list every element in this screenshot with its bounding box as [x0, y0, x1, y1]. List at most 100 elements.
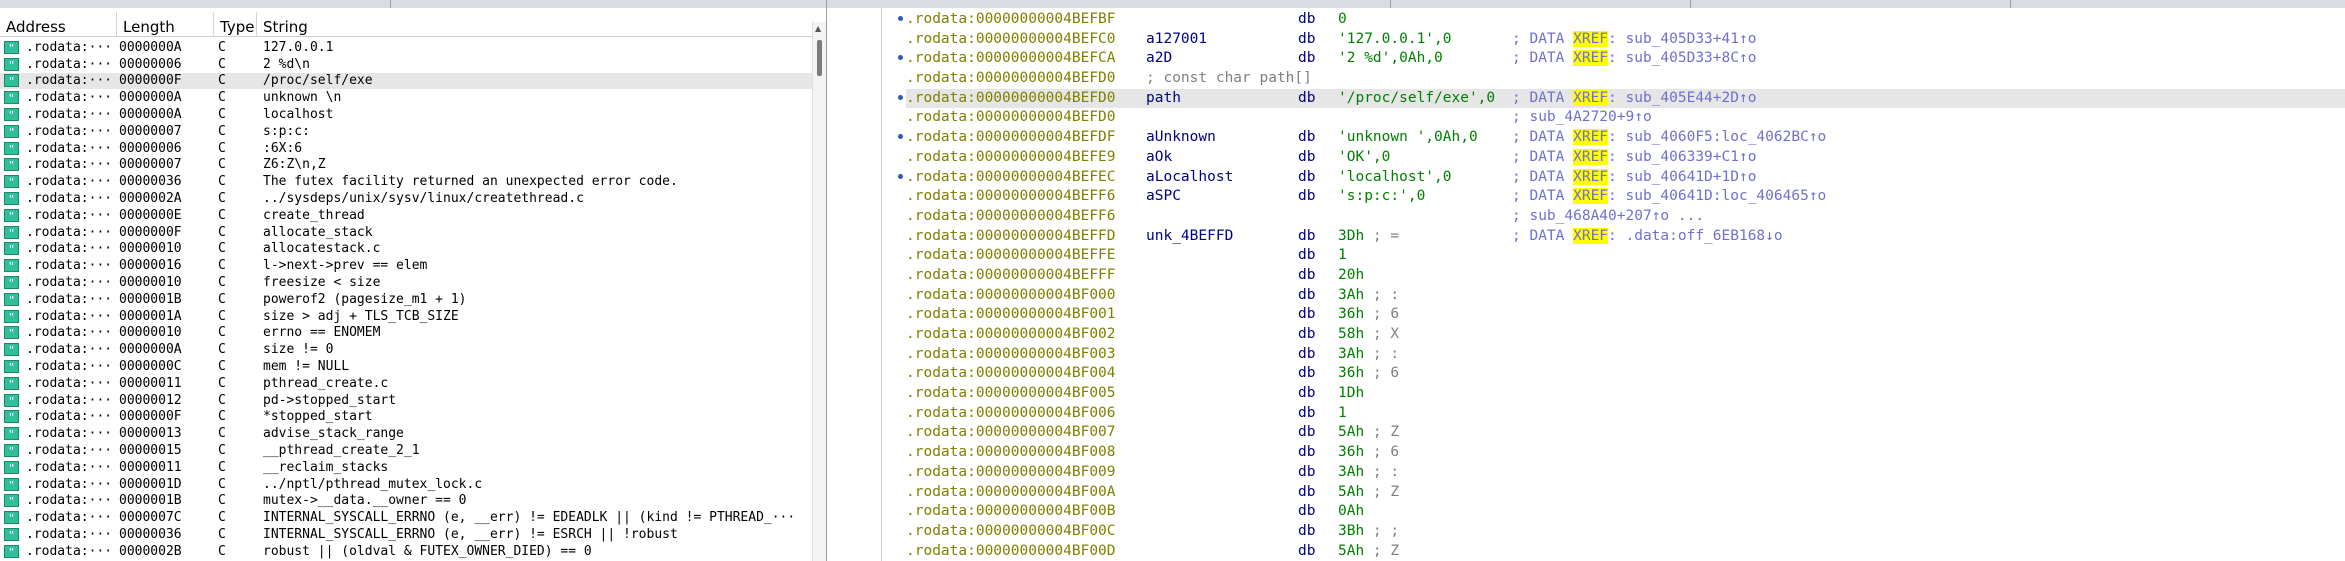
xref-comment[interactable]: ; DATA XREF: sub_40641D:loc_406465↑o: [1512, 187, 1826, 207]
listing-line[interactable]: .rodata:00000000004BEFBF db 0: [906, 10, 2345, 30]
table-row[interactable]: " .rodata:··· 0000000C Cmem != NULL: [0, 358, 812, 375]
table-row[interactable]: " .rodata:··· 0000000F C/proc/self/exe: [0, 72, 812, 90]
listing-line[interactable]: .rodata:00000000004BF004 db 36h ; 6: [906, 364, 2345, 384]
column-header-address[interactable]: Address: [0, 12, 117, 36]
table-row[interactable]: " .rodata:··· 0000001B Cpowerof2 (pagesize_…: [0, 291, 812, 308]
table-row[interactable]: " .rodata:··· 00000013 Cadvise_stack_range: [0, 425, 812, 442]
column-header-type[interactable]: Type: [214, 12, 257, 36]
listing-line[interactable]: .rodata:00000000004BEFDF aUnknown db 'unkno…: [906, 128, 2345, 148]
cell-string: powerof2 (pagesize_m1 + 1): [263, 291, 467, 307]
listing-line[interactable]: .rodata:00000000004BF00A db 5Ah ; Z: [906, 483, 2345, 503]
table-row[interactable]: " .rodata:··· 00000007 Cs:p:c:: [0, 123, 812, 140]
xref-comment[interactable]: ; DATA XREF: sub_405D33+8C↑o: [1512, 49, 1756, 69]
table-row[interactable]: " .rodata:··· 0000000E Ccreate_thread: [0, 207, 812, 224]
xref-comment[interactable]: ; DATA XREF: sub_406339+C1↑o: [1512, 148, 1756, 168]
listing-line[interactable]: .rodata:00000000004BEFC0 a127001 db '127.0.…: [906, 30, 2345, 50]
xref-comment[interactable]: ; DATA XREF: .data:off_6EB168↓o: [1512, 227, 1783, 247]
table-row[interactable]: " .rodata:··· 00000016 Cl->next->prev == el…: [0, 257, 812, 274]
listing-line[interactable]: .rodata:00000000004BEFFE db 1: [906, 246, 2345, 266]
cell-type: C: [218, 275, 226, 291]
listing-line[interactable]: .rodata:00000000004BF007 db 5Ah ; Z: [906, 423, 2345, 443]
scrollbar-thumb[interactable]: [817, 40, 822, 76]
table-row[interactable]: " .rodata:··· 0000001A Csize > adj + TLS_TC…: [0, 308, 812, 325]
table-row[interactable]: " .rodata:··· 00000010 Callocatestack.c: [0, 241, 812, 258]
table-row[interactable]: " .rodata:··· 00000036 C INTERNAL_SYSCALL_ER…: [0, 526, 812, 543]
table-row[interactable]: " .rodata:··· 00000006 C :6X:6: [0, 140, 812, 157]
table-row[interactable]: " .rodata:··· 0000000A C 127.0.0.1: [0, 39, 812, 56]
tab-ida-view[interactable]: [1120, 0, 1391, 8]
table-row[interactable]: " .rodata:··· 0000002B Crobust || (oldval &…: [0, 543, 812, 560]
listing-line[interactable]: .rodata:00000000004BF000 db 3Ah ; :: [906, 286, 2345, 306]
table-row[interactable]: " .rodata:··· 00000036 C The futex facility …: [0, 173, 812, 190]
line-address: .rodata:00000000004BF007: [906, 424, 1116, 441]
cell-address: .rodata:···: [26, 224, 113, 240]
listing-line[interactable]: .rodata:00000000004BF001 db 36h ; 6: [906, 305, 2345, 325]
xref-comment[interactable]: ; DATA XREF: sub_40641D+1D↑o: [1512, 168, 1756, 188]
cell-length: 0000001A: [119, 308, 182, 324]
table-row[interactable]: " .rodata:··· 00000007 C Z6:Z\n,Z: [0, 157, 812, 174]
table-row[interactable]: " .rodata:··· 0000000F C *stopped_start: [0, 409, 812, 426]
listing-line[interactable]: .rodata:00000000004BEFF6 ; sub_468A40+207…: [906, 207, 2345, 227]
cell-address: .rodata:···: [26, 157, 113, 173]
table-row[interactable]: " .rodata:··· 00000011 Cpthread_create.c: [0, 375, 812, 392]
listing-line[interactable]: .rodata:00000000004BF009 db 3Ah ; :: [906, 463, 2345, 483]
listing-line[interactable]: .rodata:00000000004BF003 db 3Ah ; :: [906, 345, 2345, 365]
column-header-length[interactable]: Length: [117, 12, 214, 36]
table-row[interactable]: " .rodata:··· 0000001D C ../nptl/pthread_mut…: [0, 476, 812, 493]
table-row[interactable]: " .rodata:··· 0000002A C ../sysdeps/unix/sys…: [0, 190, 812, 207]
listing-line[interactable]: .rodata:00000000004BEFD0 path db '/proc/sel…: [906, 88, 2345, 109]
xref-comment[interactable]: ; DATA XREF: sub_405D33+41↑o: [1512, 30, 1756, 50]
table-row[interactable]: " .rodata:··· 00000015 C __pthread_create_2_…: [0, 442, 812, 459]
table-row[interactable]: " .rodata:··· 0000000A Clocalhost: [0, 106, 812, 123]
line-label: path: [1146, 89, 1181, 106]
listing-line[interactable]: .rodata:00000000004BEFE9 aOk db 'OK',0 ; DAT…: [906, 148, 2345, 168]
cell-type: C: [218, 291, 226, 307]
listing-line[interactable]: .rodata:00000000004BF006 db 1: [906, 404, 2345, 424]
listing-line[interactable]: .rodata:00000000004BF00B db 0Ah: [906, 502, 2345, 522]
table-row[interactable]: " .rodata:··· 00000006 C 2 %d\n: [0, 56, 812, 73]
tab-strings[interactable]: [390, 0, 827, 8]
line-mnemonic: db: [1298, 522, 1316, 539]
scroll-up-icon[interactable]: ▲: [815, 24, 821, 33]
cell-type: C: [218, 543, 226, 559]
xref-continuation-comment[interactable]: ; sub_4A2720+9↑o: [1512, 108, 1652, 128]
table-row[interactable]: " .rodata:··· 00000011 C __reclaim_stacks: [0, 459, 812, 476]
cell-address: .rodata:···: [26, 174, 113, 190]
listing-line[interactable]: .rodata:00000000004BEFFF db 20h: [906, 266, 2345, 286]
listing-line[interactable]: .rodata:00000000004BF005 db 1Dh: [906, 384, 2345, 404]
table-row[interactable]: " .rodata:··· 0000000A Csize != 0: [0, 341, 812, 358]
table-row[interactable]: " .rodata:··· 0000000A Cunknown \n: [0, 89, 812, 106]
tab-imports[interactable]: [2010, 0, 2345, 8]
xref-continuation-comment[interactable]: ; sub_468A40+207↑o ...: [1512, 207, 1704, 227]
xref-comment[interactable]: ; DATA XREF: sub_4060F5:loc_4062BC↑o: [1512, 128, 1826, 148]
listing-line[interactable]: .rodata:00000000004BF002 db 58h ; X: [906, 325, 2345, 345]
table-row[interactable]: " .rodata:··· 00000010 Cerrno == ENOMEM: [0, 325, 812, 342]
cell-address: .rodata:···: [26, 258, 113, 274]
table-row[interactable]: " .rodata:··· 0000000F Callocate_stack: [0, 224, 812, 241]
listing-line[interactable]: .rodata:00000000004BEFCA a2D db '2 %d',0Ah,…: [906, 49, 2345, 69]
listing-line[interactable]: .rodata:00000000004BF00D db 5Ah ; Z: [906, 542, 2345, 561]
table-row[interactable]: " .rodata:··· 0000001B Cmutex->__data.__own…: [0, 493, 812, 510]
cell-type: C: [218, 107, 226, 123]
tab-local-types[interactable]: [1690, 0, 2011, 8]
table-row[interactable]: " .rodata:··· 0000007C C INTERNAL_SYSCALL_ER…: [0, 509, 812, 526]
listing-line[interactable]: .rodata:00000000004BF00C db 3Bh ; ;: [906, 522, 2345, 542]
line-mnemonic: db: [1298, 542, 1316, 559]
column-header-string[interactable]: String: [257, 12, 812, 36]
table-row[interactable]: " .rodata:··· 00000010 Cfreesize < size: [0, 274, 812, 291]
strings-window: Address Length Type String " .rodata:··· 0…: [0, 8, 827, 561]
listing-line[interactable]: .rodata:00000000004BEFF6 aSPC db 's:p:c:',0…: [906, 187, 2345, 207]
strings-scrollbar[interactable]: ▲: [812, 22, 826, 561]
tab-hex-view[interactable]: [1390, 0, 1691, 8]
table-row[interactable]: " .rodata:··· 00000012 Cpd->stopped_start: [0, 392, 812, 409]
listing-line[interactable]: .rodata:00000000004BEFEC aLocalhost db 'loc…: [906, 168, 2345, 188]
cell-address: .rodata:···: [26, 107, 113, 123]
tab-functions[interactable]: [0, 0, 391, 8]
listing-line[interactable]: .rodata:00000000004BF008 db 36h ; 6: [906, 443, 2345, 463]
cell-address: .rodata:···: [26, 73, 113, 89]
line-address: .rodata:00000000004BEFD0: [906, 70, 1116, 87]
xref-comment[interactable]: ; DATA XREF: sub_405E44+2D↑o: [1512, 89, 1756, 109]
listing-line[interactable]: .rodata:00000000004BEFFD unk_4BEFFD db 3Dh …: [906, 227, 2345, 247]
listing-line[interactable]: .rodata:00000000004BEFD0 ; sub_4A2720+9↑o: [906, 108, 2345, 128]
listing-line[interactable]: .rodata:00000000004BEFD0 ; const char pat…: [906, 69, 2345, 89]
